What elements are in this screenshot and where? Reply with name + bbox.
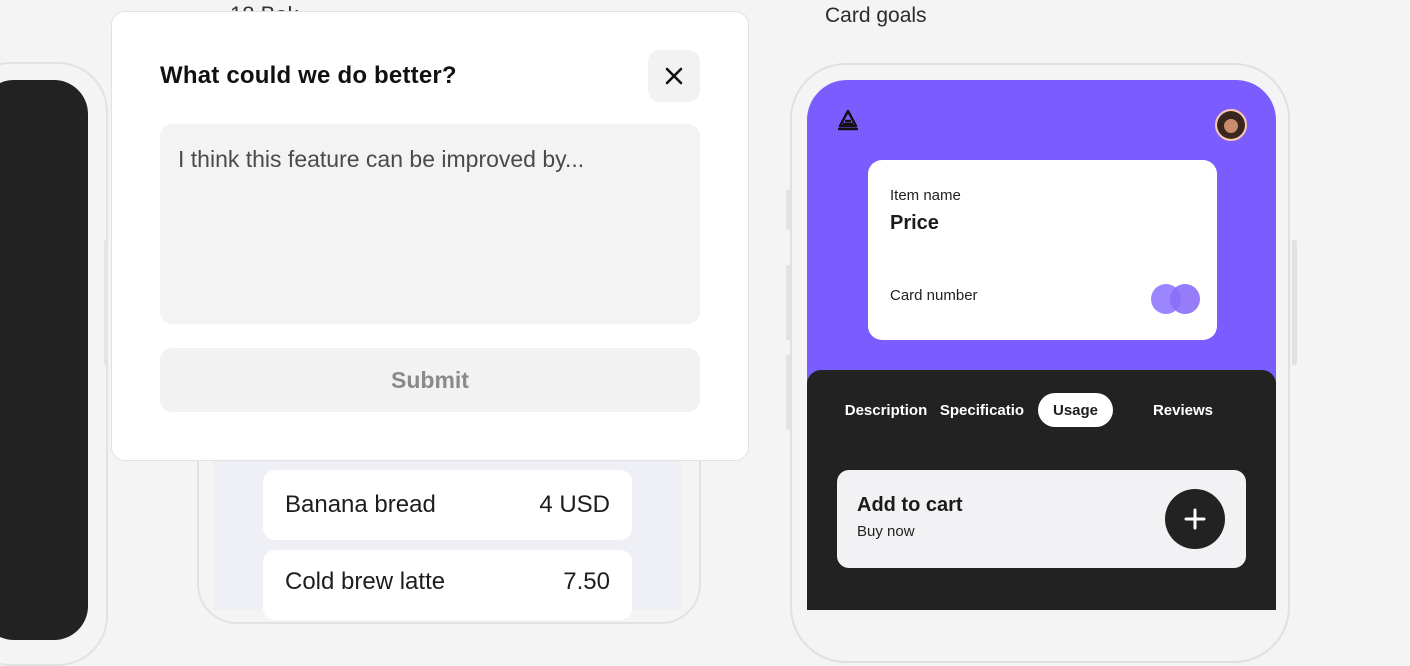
close-button[interactable] bbox=[648, 50, 700, 102]
phone-side-button bbox=[786, 355, 791, 430]
avatar-icon bbox=[1217, 111, 1245, 139]
menu-item-price: 4 USD bbox=[539, 491, 610, 518]
brand-logo-icon bbox=[838, 109, 858, 131]
buy-now-text: Buy now bbox=[857, 523, 915, 540]
add-to-cart-title: Add to cart bbox=[857, 494, 963, 516]
card-item-name: Item name bbox=[890, 187, 961, 204]
phone-side-button bbox=[786, 190, 791, 230]
tab-description[interactable]: Description bbox=[842, 393, 930, 427]
left-phone-screen bbox=[0, 80, 88, 640]
submit-button[interactable]: Submit bbox=[160, 348, 700, 412]
tab-reviews[interactable]: Reviews bbox=[1145, 393, 1221, 427]
card-brand-icon bbox=[1170, 284, 1200, 314]
user-avatar[interactable] bbox=[1215, 109, 1247, 141]
plus-icon bbox=[1184, 508, 1206, 530]
card-number: Card number bbox=[890, 287, 978, 304]
popup-title: What could we do better? bbox=[160, 62, 457, 89]
add-to-cart-button[interactable] bbox=[1165, 489, 1225, 549]
card-price: Price bbox=[890, 212, 939, 234]
tab-usage[interactable]: Usage bbox=[1038, 393, 1113, 427]
phone-side-button bbox=[1292, 240, 1297, 365]
phone-side-button bbox=[786, 265, 791, 340]
menu-item-price: 7.50 bbox=[563, 568, 610, 595]
tab-specification[interactable]: Specificatio bbox=[938, 393, 1026, 427]
section-label: Card goals bbox=[825, 4, 927, 27]
close-icon bbox=[665, 67, 683, 85]
menu-item[interactable]: Cold brew latte 7.50 bbox=[263, 550, 632, 620]
menu-item-name: Cold brew latte bbox=[285, 568, 446, 595]
menu-item[interactable]: Banana bread 4 USD bbox=[263, 470, 632, 540]
feedback-textarea[interactable] bbox=[160, 124, 700, 324]
menu-item-name: Banana bread bbox=[285, 491, 436, 518]
left-phone-side-button bbox=[104, 240, 108, 365]
